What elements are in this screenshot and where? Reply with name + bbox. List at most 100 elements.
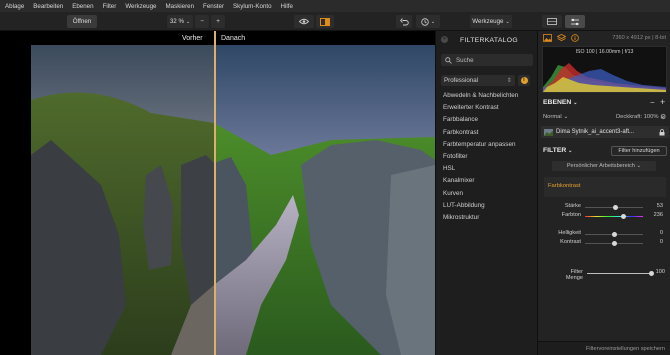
close-icon[interactable]: ✕ xyxy=(441,36,448,43)
lock-icon[interactable] xyxy=(659,128,665,136)
catalog-view-button[interactable] xyxy=(542,15,562,28)
filter-list-item[interactable]: Fotofilter xyxy=(443,153,535,165)
filter-list-item[interactable]: Kanalmixer xyxy=(443,177,535,189)
gear-icon[interactable]: ⚙ xyxy=(660,113,666,121)
menu-item[interactable]: Hilfe xyxy=(281,3,293,10)
menu-item[interactable]: Bearbeiten xyxy=(33,3,63,10)
layers-title: EBENEN ⌄ xyxy=(543,99,578,106)
panel-icons xyxy=(543,34,579,44)
zoom-value: 32 % xyxy=(169,18,184,25)
slider-knob[interactable] xyxy=(613,204,619,210)
opacity-dropdown[interactable]: Deckkraft: 100% ⌄ xyxy=(616,114,665,120)
amount-value: 100 xyxy=(655,269,665,275)
amount-label: Filter Menge xyxy=(565,269,583,281)
info-button[interactable]: i xyxy=(518,75,530,86)
undo-button[interactable] xyxy=(396,15,412,28)
layer-name: Dima Sytnik_ai_accent3-aft... xyxy=(556,129,635,135)
clock-icon xyxy=(421,17,429,26)
zoom-in-button[interactable]: + xyxy=(211,15,225,28)
history-button[interactable]: ⌄ xyxy=(416,15,440,28)
workspace-dropdown[interactable]: Persönlicher Arbeitsbereich ⌄ xyxy=(552,161,656,171)
filter-list: Abwedeln & Nachbelichten Erweiterter Kont… xyxy=(443,92,535,226)
image-info: 7360 x 4912 px | 8-bit xyxy=(612,35,666,41)
filter-list-item[interactable]: Abwedeln & Nachbelichten xyxy=(443,92,535,104)
tools-label: Werkzeuge xyxy=(472,18,504,25)
add-layer-button[interactable]: + xyxy=(660,97,665,107)
menu-item[interactable]: Skylum-Konto xyxy=(233,3,272,10)
chevron-down-icon: ⌄ xyxy=(430,18,436,25)
slider-value: 53 xyxy=(656,203,663,209)
chevron-updown-icon: ⇕ xyxy=(506,77,512,84)
before-label: Vorher xyxy=(182,35,203,42)
layer-row[interactable]: Dima Sytnik_ai_accent3-aft... xyxy=(541,126,669,138)
menu-item[interactable]: Ablage xyxy=(5,3,24,10)
remove-layer-button[interactable]: − xyxy=(650,98,655,107)
chevron-down-icon: ⌄ xyxy=(568,148,573,154)
slider-knob[interactable] xyxy=(620,213,626,219)
amount-slider-row: Filter Menge 100 xyxy=(553,269,669,281)
zoom-dropdown[interactable]: 32 % ⌄ xyxy=(167,15,193,28)
panel-icon xyxy=(547,18,557,25)
toolbar: Öffnen 32 % ⌄ − + ⌄ Werkzeuge ⌄ xyxy=(0,12,670,31)
save-preset-button[interactable]: Filtervoreinstellungen speichern xyxy=(538,341,670,355)
filter-list-item[interactable]: LUT-Abbildung xyxy=(443,202,535,214)
image-canvas[interactable]: Vorher Danach xyxy=(0,31,435,355)
split-view-icon xyxy=(320,17,330,26)
active-filter-card[interactable]: Farbkontrast xyxy=(544,177,666,197)
open-button[interactable]: Öffnen xyxy=(67,15,97,28)
filter-list-item[interactable]: Erweiterter Kontrast xyxy=(443,104,535,116)
image-icon[interactable] xyxy=(543,34,552,42)
eye-icon xyxy=(299,18,309,25)
search-placeholder: Suche xyxy=(456,56,474,64)
filter-list-item[interactable]: Farbbalance xyxy=(443,116,535,128)
layer-thumbnail-icon xyxy=(544,128,553,136)
menu-item[interactable]: Werkzeuge xyxy=(125,3,156,10)
chevron-down-icon: ⌄ xyxy=(505,18,510,25)
filter-list-item[interactable]: Farbtemperatur anpassen xyxy=(443,141,535,153)
photo xyxy=(31,45,435,355)
chevron-down-icon: ⌄ xyxy=(563,114,569,120)
mode-dropdown[interactable]: Professional ⇕ xyxy=(441,75,515,86)
before-after-divider[interactable] xyxy=(214,31,216,355)
chevron-down-icon: ⌄ xyxy=(636,163,642,169)
slider-row: Helligkeit 0 xyxy=(553,230,669,238)
catalog-title: FILTERKATALOG xyxy=(460,37,518,44)
mode-value: Professional xyxy=(444,77,479,84)
filter-title: FILTER ⌄ xyxy=(543,147,573,154)
slider-label: Stärke xyxy=(564,203,581,209)
slider-row: Kontrast 0 xyxy=(553,239,669,247)
filter-list-item[interactable]: HSL xyxy=(443,165,535,177)
tools-dropdown[interactable]: Werkzeuge ⌄ xyxy=(470,15,512,28)
slider-value: 236 xyxy=(653,212,663,218)
adjustments-button[interactable] xyxy=(565,15,585,28)
zoom-out-button[interactable]: − xyxy=(195,15,209,28)
blend-mode-dropdown[interactable]: Normal ⌄ xyxy=(543,114,568,120)
info-icon[interactable] xyxy=(571,34,579,42)
menu-item[interactable]: Filter xyxy=(103,3,117,10)
sliders-icon xyxy=(571,18,579,25)
menu-item[interactable]: Maskieren xyxy=(166,3,195,10)
add-filter-button[interactable]: Filter hinzufügen xyxy=(611,146,667,156)
slider-knob[interactable] xyxy=(611,240,617,246)
menu-item[interactable]: Ebenen xyxy=(72,3,93,10)
slider-label: Helligkeit xyxy=(558,230,581,236)
slider-track[interactable] xyxy=(585,215,643,217)
menu-item[interactable]: Fenster xyxy=(203,3,224,10)
slider-value: 0 xyxy=(659,230,663,236)
after-label: Danach xyxy=(221,35,246,42)
filter-list-item[interactable]: Mikrostruktur xyxy=(443,214,535,226)
layers-icon[interactable] xyxy=(556,34,567,42)
chevron-down-icon: ⌄ xyxy=(185,18,191,25)
histogram-graph xyxy=(543,63,666,92)
filter-list-item[interactable]: Kurven xyxy=(443,190,535,202)
amount-track[interactable] xyxy=(587,272,651,274)
compare-toggle-button[interactable] xyxy=(316,15,334,28)
preview-eye-button[interactable] xyxy=(294,15,314,28)
filter-list-item[interactable]: Farbkontrast xyxy=(443,129,535,141)
menu-bar: Ablage Bearbeiten Ebenen Filter Werkzeuge Mas… xyxy=(0,0,670,12)
slider-knob[interactable] xyxy=(611,231,617,237)
search-input[interactable]: Suche xyxy=(441,54,533,66)
undo-icon xyxy=(399,17,409,25)
slider-row: Stärke 53 xyxy=(553,203,669,211)
slider-row: Farbton 236 xyxy=(553,212,669,220)
